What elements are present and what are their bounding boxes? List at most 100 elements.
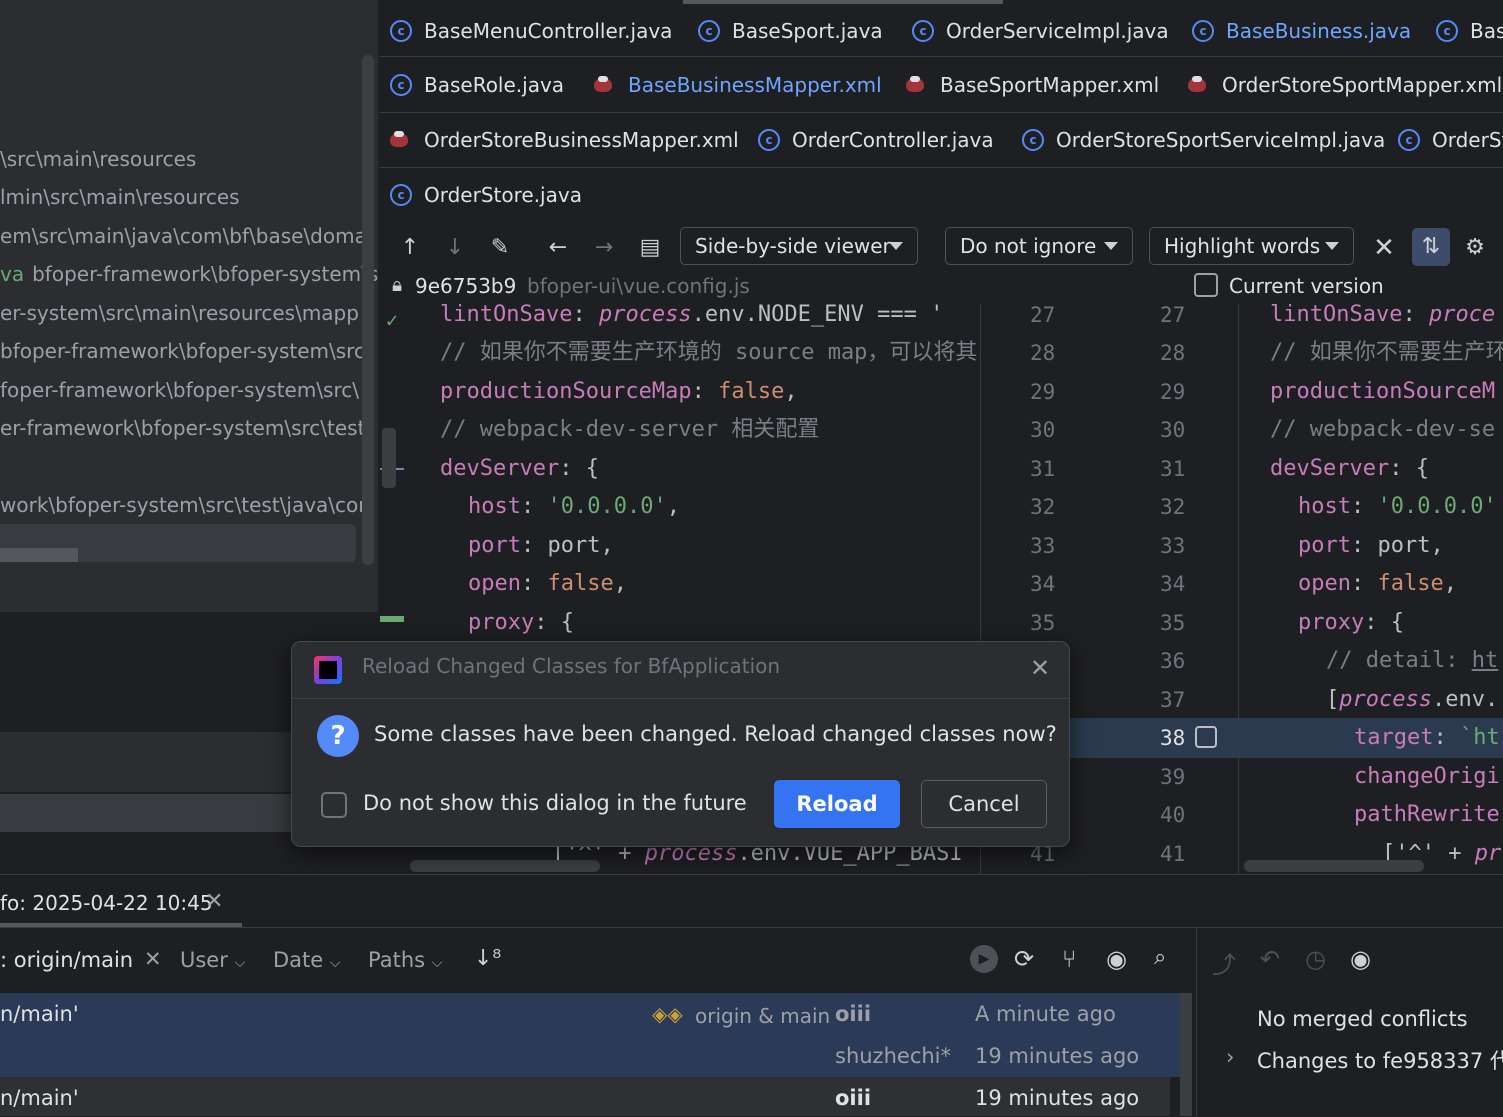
line-number: 31 bbox=[1030, 457, 1056, 481]
project-path-row[interactable]: \src\main\resources bbox=[0, 140, 196, 178]
horizontal-scrollbar[interactable] bbox=[1244, 860, 1424, 872]
code-line: productionSourceMap: false, bbox=[440, 379, 798, 404]
sort-icon[interactable]: ↓⁸ bbox=[474, 946, 501, 971]
left-scroll-thumb[interactable] bbox=[382, 428, 396, 488]
do-not-show-checkbox[interactable] bbox=[321, 792, 347, 818]
line-number: 34 bbox=[1030, 572, 1056, 596]
tab-orderstore[interactable]: c OrderStore.java bbox=[390, 168, 582, 222]
vertical-scrollbar[interactable] bbox=[1180, 993, 1192, 1116]
forward-arrow-icon[interactable]: → bbox=[590, 234, 618, 262]
tab-orderstoresportmapper[interactable]: OrderStoreSportMapper.xml bbox=[1186, 58, 1502, 112]
back-arrow-icon[interactable]: ← bbox=[544, 234, 572, 262]
eye-icon[interactable]: ◉ bbox=[1350, 945, 1371, 973]
tab-basemenucontroller[interactable]: c BaseMenuController.java bbox=[390, 4, 672, 58]
settings-gear-icon[interactable]: ⚙ bbox=[1461, 234, 1489, 262]
date-filter[interactable]: Date ⌵ bbox=[273, 948, 341, 972]
scrollbar-thumb[interactable] bbox=[0, 548, 78, 562]
play-icon[interactable]: ▶ bbox=[970, 945, 998, 973]
tab-orderstoresportserviceimpl[interactable]: c OrderStoreSportServiceImpl.java bbox=[1022, 113, 1385, 167]
do-not-show-label[interactable]: Do not show this dialog in the future bbox=[363, 791, 747, 815]
user-filter[interactable]: User ⌵ bbox=[180, 948, 245, 972]
git-tab-label[interactable]: fo: 2025-04-22 10:45 bbox=[0, 891, 213, 915]
project-path-row[interactable]: er-system\src\main\resources\mapp bbox=[0, 294, 359, 332]
line-number: 35 bbox=[1160, 611, 1186, 635]
horizontal-scrollbar[interactable] bbox=[410, 860, 600, 872]
revision-hash: 9e6753b9 bbox=[415, 274, 517, 298]
mybatis-xml-icon bbox=[1186, 74, 1210, 96]
line-number: 31 bbox=[1160, 457, 1186, 481]
project-path-row[interactable]: work\bfoper-system\src\test\java\cor bbox=[0, 486, 367, 524]
tab-orderst[interactable]: c OrderSt bbox=[1398, 113, 1503, 167]
code-line: proxy: { bbox=[1298, 610, 1404, 635]
ignore-dropdown[interactable]: Do not ignore bbox=[945, 227, 1133, 265]
tab-label: OrderController.java bbox=[792, 128, 994, 152]
project-path-row[interactable]: bfoper-framework\bfoper-system\src bbox=[0, 332, 365, 370]
code-line: [process.env. bbox=[1326, 687, 1499, 712]
dialog-divider bbox=[292, 698, 1069, 699]
tab-ordercontroller[interactable]: c OrderController.java bbox=[758, 113, 994, 167]
line-number: 28 bbox=[1160, 341, 1186, 365]
tab-basebusiness[interactable]: c BaseBusiness.java bbox=[1192, 4, 1411, 58]
line-number: 38 bbox=[1160, 726, 1186, 750]
edit-pencil-icon[interactable]: ✎ bbox=[486, 234, 514, 262]
path-text: lmin\src\main\resources bbox=[0, 185, 240, 209]
code-line: devServer: { bbox=[440, 456, 599, 481]
sync-scroll-toggle[interactable]: ⇅ bbox=[1412, 228, 1450, 266]
branch-filter[interactable]: : origin/main bbox=[0, 948, 133, 972]
tab-basesport[interactable]: c BaseSport.java bbox=[698, 4, 883, 58]
tab-baserole[interactable]: c BaseRole.java bbox=[390, 58, 564, 112]
branches-icon[interactable]: ⑂ bbox=[1062, 945, 1076, 973]
tab-orderserviceimpl[interactable]: c OrderServiceImpl.java bbox=[912, 4, 1169, 58]
cherry-pick-icon[interactable]: ⤴ bbox=[1212, 945, 1236, 980]
close-icon[interactable]: ✕ bbox=[1030, 654, 1050, 682]
project-path-row[interactable]: lmin\src\main\resources bbox=[0, 178, 240, 216]
highlight-dropdown[interactable]: Highlight words bbox=[1149, 227, 1354, 265]
tab-orderstorebusinessmapper[interactable]: OrderStoreBusinessMapper.xml bbox=[388, 113, 739, 167]
commit-message[interactable]: n/main' bbox=[0, 1002, 79, 1026]
code-line: lintOnSave: proce bbox=[1270, 304, 1496, 327]
commit-message[interactable]: n/main' bbox=[0, 1086, 79, 1110]
eye-icon[interactable]: ◉ bbox=[1106, 945, 1127, 973]
tab-basebusinessmapper[interactable]: BaseBusinessMapper.xml bbox=[592, 58, 882, 112]
refresh-icon[interactable]: ⟳ bbox=[1014, 945, 1034, 973]
path-text: bfoper-framework\bfoper-system\src bbox=[0, 339, 365, 363]
line-select-checkbox[interactable] bbox=[1195, 726, 1217, 748]
tab-bas[interactable]: c Bas bbox=[1436, 4, 1503, 58]
tab-row: c BaseRole.java BaseBusinessMapper.xml Ba… bbox=[380, 58, 1503, 113]
class-icon: c bbox=[698, 20, 720, 42]
mybatis-xml-icon bbox=[904, 74, 928, 96]
project-path-row[interactable]: er-framework\bfoper-system\src\test bbox=[0, 409, 365, 447]
class-icon: c bbox=[390, 74, 412, 96]
tab-basesportmapper[interactable]: BaseSportMapper.xml bbox=[904, 58, 1159, 112]
vertical-scrollbar[interactable] bbox=[362, 55, 374, 565]
revert-icon[interactable]: ↶ bbox=[1260, 945, 1280, 973]
document-icon[interactable]: ▤ bbox=[636, 234, 664, 262]
collapse-icon[interactable]: ✕ bbox=[1370, 234, 1398, 262]
tab-label: OrderStoreSportMapper.xml bbox=[1222, 73, 1503, 97]
line-number: 33 bbox=[1160, 534, 1186, 558]
project-path-row[interactable]: em\src\main\java\com\bf\base\doma bbox=[0, 217, 367, 255]
current-version-checkbox[interactable] bbox=[1194, 273, 1218, 297]
clear-filter-icon[interactable]: ✕ bbox=[144, 947, 162, 971]
paths-filter[interactable]: Paths ⌵ bbox=[368, 948, 442, 972]
history-icon[interactable]: ◷ bbox=[1305, 945, 1326, 973]
reload-button[interactable]: Reload bbox=[774, 780, 900, 828]
dialog-message: Some classes have been changed. Reload c… bbox=[374, 722, 1057, 746]
swap-arrows-icon: ⇅ bbox=[1421, 234, 1441, 259]
project-path-row[interactable]: va bfoper-framework\bfoper-system\s bbox=[0, 255, 378, 293]
reload-classes-dialog: Reload Changed Classes for BfApplication… bbox=[291, 641, 1070, 847]
chevron-right-icon[interactable]: › bbox=[1226, 1045, 1234, 1069]
intellij-logo-icon bbox=[314, 656, 342, 684]
path-text: foper-framework\bfoper-system\src\ bbox=[0, 378, 359, 402]
close-tab-icon[interactable]: ✕ bbox=[205, 889, 223, 914]
tab-label: OrderSt bbox=[1432, 128, 1503, 152]
project-path-row[interactable]: foper-framework\bfoper-system\src\ bbox=[0, 371, 359, 409]
search-icon[interactable]: ⌕ bbox=[1154, 945, 1166, 970]
tab-row: OrderStoreBusinessMapper.xml c OrderContr… bbox=[380, 113, 1503, 168]
next-diff-icon[interactable]: ↓ bbox=[441, 234, 469, 262]
path-text: er-system\src\main\resources\mapp bbox=[0, 301, 359, 325]
prev-diff-icon[interactable]: ↑ bbox=[396, 234, 424, 262]
cancel-button[interactable]: Cancel bbox=[921, 780, 1047, 828]
viewer-dropdown[interactable]: Side-by-side viewer bbox=[680, 227, 918, 265]
changes-node[interactable]: Changes to fe958337 代码 bbox=[1257, 1045, 1503, 1075]
